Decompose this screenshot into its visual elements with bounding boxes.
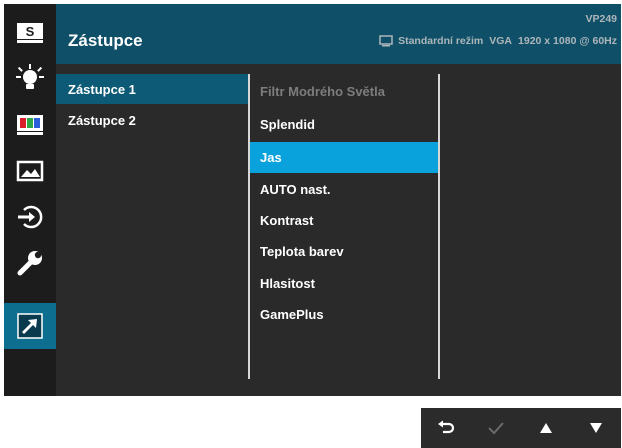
status-mode: Standardní režim	[398, 35, 484, 47]
status-resolution: 1920 x 1080 @ 60Hz	[518, 35, 617, 47]
sidebar-item-blue-light[interactable]	[4, 56, 56, 102]
model-name: VP249	[585, 13, 617, 25]
option-splendid[interactable]: Splendid	[250, 109, 438, 140]
osd-menu: S Zástupce VP249 Standardní režim VGA 19…	[4, 4, 621, 396]
input-select-icon	[18, 205, 43, 229]
color-icon	[17, 115, 43, 135]
option-auto-adjust[interactable]: AUTO nast.	[250, 174, 438, 205]
status-bar: Standardní režim VGA 1920 x 1080 @ 60Hz	[379, 35, 617, 47]
status-input: VGA	[489, 35, 513, 47]
column-divider	[438, 74, 440, 379]
blue-light-filter-icon	[16, 64, 44, 89]
menu-item-shortcut-1[interactable]: Zástupce 1	[56, 74, 248, 104]
shortcut-icon	[17, 313, 43, 339]
header: Zástupce VP249 Standardní režim VGA 1920…	[56, 4, 621, 64]
monitor-icon	[379, 35, 393, 47]
down-button[interactable]	[571, 408, 621, 448]
back-button[interactable]	[421, 408, 471, 448]
page-title: Zástupce	[68, 31, 143, 50]
image-icon	[16, 160, 44, 182]
up-arrow-icon	[540, 423, 552, 433]
down-arrow-icon	[590, 423, 602, 433]
up-button[interactable]	[521, 408, 571, 448]
option-volume[interactable]: Hlasitost	[250, 268, 438, 299]
sidebar-item-color[interactable]	[4, 102, 56, 148]
confirm-button[interactable]	[471, 408, 521, 448]
sidebar-item-shortcut[interactable]	[4, 303, 56, 349]
back-icon	[438, 420, 455, 434]
option-contrast[interactable]: Kontrast	[250, 205, 438, 236]
option-gameplus[interactable]: GamePlus	[250, 299, 438, 330]
menu-item-shortcut-2[interactable]: Zástupce 2	[56, 105, 248, 135]
option-color-temperature[interactable]: Teplota barev	[250, 236, 438, 267]
option-brightness[interactable]: Jas	[250, 142, 438, 173]
sidebar-item-image[interactable]	[4, 148, 56, 194]
svg-text:S: S	[26, 24, 35, 39]
system-setup-icon	[17, 251, 42, 276]
confirm-icon	[488, 422, 504, 435]
sidebar: S	[4, 4, 56, 396]
navigation-bar	[421, 408, 621, 448]
sidebar-item-system-setup[interactable]	[4, 240, 56, 286]
option-blue-light-filter: Filtr Modrého Světla	[260, 84, 385, 99]
sidebar-item-input-select[interactable]	[4, 194, 56, 240]
sidebar-item-splendid[interactable]: S	[4, 10, 56, 56]
splendid-icon: S	[17, 23, 43, 43]
menu-body: Zástupce 1 Zástupce 2 Filtr Modrého Svět…	[56, 64, 621, 396]
